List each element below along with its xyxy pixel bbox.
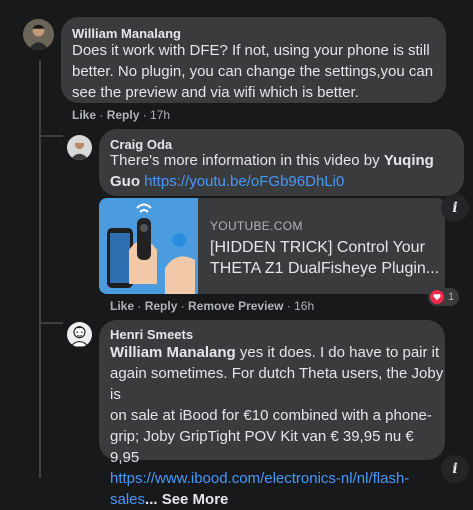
thread-line-branch	[39, 135, 63, 137]
url-link[interactable]: https://youtu.be/oFGb96DhLi0	[144, 173, 344, 190]
preview-title-line: THETA Z1 DualFisheye Plugin...	[210, 260, 440, 277]
comment-text: There's more information in this video b…	[110, 150, 460, 192]
mention-link[interactable]: Guo	[110, 173, 140, 190]
see-more-button[interactable]: ... See More	[145, 491, 228, 508]
avatar[interactable]	[23, 19, 54, 50]
comment-text: William Manalang yes it does. I do have …	[110, 342, 445, 510]
comment-text-line: Does it work with DFE? If not, using you…	[72, 42, 430, 59]
preview-title[interactable]: [HIDDEN TRICK] Control Your THETA Z1 Dua…	[210, 237, 445, 279]
remove-preview-button[interactable]: Remove Preview	[188, 299, 283, 313]
comment-actions: Like · Reply · Remove Preview · 16h	[110, 299, 314, 313]
comment-text-line: grip; Joby GripTight POV Kit van € 39,95…	[110, 428, 414, 466]
comment-text-line: on sale at iBood for €10 combined with a…	[110, 407, 432, 424]
comment-text-line: William Manalang yes it does. I do have …	[110, 342, 445, 363]
thread-line	[39, 60, 41, 478]
timestamp[interactable]: 16h	[294, 299, 314, 313]
like-button[interactable]: Like	[110, 299, 134, 313]
info-icon[interactable]: i	[441, 455, 469, 483]
comment-text-line: better. No plugin, you can change the se…	[72, 63, 434, 80]
text-segment: yes it does. I do have to pair it	[235, 344, 440, 361]
separator: ·	[139, 108, 151, 122]
comment-text-line[interactable]: https://www.ibood.com/electronics-nl/nl/…	[110, 468, 445, 489]
preview-domain: YOUTUBE.COM	[210, 219, 303, 233]
heart-reaction-icon	[430, 290, 444, 304]
thread-line-branch	[39, 322, 63, 324]
separator: ·	[283, 299, 295, 313]
mention-link[interactable]: William Manalang	[110, 344, 236, 361]
reaction-count[interactable]: 1	[428, 288, 460, 306]
url-link[interactable]: sales	[110, 491, 145, 508]
separator: ·	[96, 108, 107, 122]
comment-author[interactable]: William Manalang	[72, 26, 181, 41]
comment-text-line: sales... See More	[110, 489, 445, 510]
info-icon[interactable]: i	[441, 194, 469, 222]
like-button[interactable]: Like	[72, 108, 96, 122]
comment-text-line: again sometimes. For dutch Theta users, …	[110, 365, 444, 403]
avatar[interactable]	[67, 135, 92, 160]
preview-title-line: [HIDDEN TRICK] Control Your	[210, 239, 425, 256]
video-thumbnail	[99, 198, 198, 294]
avatar[interactable]	[67, 322, 92, 347]
comment-text-line: There's more information in this video b…	[110, 150, 460, 171]
separator: ·	[134, 299, 145, 313]
mention-link[interactable]: Yuqing	[384, 152, 434, 169]
timestamp[interactable]: 17h	[150, 108, 170, 122]
comment-actions: Like · Reply · 17h	[72, 108, 170, 122]
comment-text: Does it work with DFE? If not, using you…	[72, 40, 442, 103]
link-preview-card[interactable]: YOUTUBE.COM [HIDDEN TRICK] Control Your …	[99, 198, 445, 294]
comment-text-line: Guo https://youtu.be/oFGb96DhLi0	[110, 171, 460, 192]
text-segment: There's more information in this video b…	[110, 152, 384, 169]
reply-button[interactable]: Reply	[145, 299, 178, 313]
reaction-number: 1	[448, 291, 455, 303]
reply-button[interactable]: Reply	[107, 108, 140, 122]
comment-text-line: see the preview and via wifi which is be…	[72, 84, 359, 101]
comment-author[interactable]: Henri Smeets	[110, 327, 193, 342]
separator: ·	[177, 299, 189, 313]
